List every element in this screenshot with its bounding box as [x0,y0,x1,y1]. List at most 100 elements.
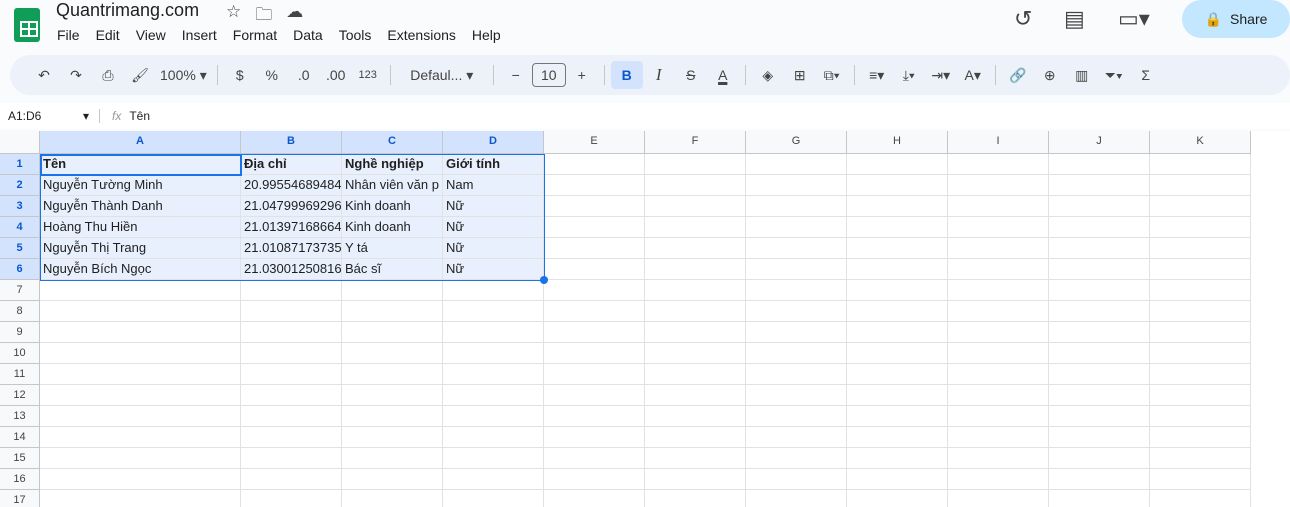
cell-J8[interactable] [1049,301,1150,322]
menu-format[interactable]: Format [233,27,277,43]
cell-A13[interactable] [40,406,241,427]
cell-A7[interactable] [40,280,241,301]
undo-icon[interactable]: ↶ [28,61,60,89]
cell-D4[interactable]: Nữ [443,217,544,238]
cell-H15[interactable] [847,448,948,469]
column-header-J[interactable]: J [1049,131,1150,154]
cell-K8[interactable] [1150,301,1251,322]
cell-J3[interactable] [1049,196,1150,217]
formula-input[interactable]: Tên [129,109,150,123]
functions-icon[interactable]: Σ [1130,61,1162,89]
number-format-button[interactable]: 123 [352,61,384,89]
cell-B13[interactable] [241,406,342,427]
cell-D9[interactable] [443,322,544,343]
text-color-icon[interactable]: A [707,61,739,89]
cell-K3[interactable] [1150,196,1251,217]
column-header-E[interactable]: E [544,131,645,154]
cell-K17[interactable] [1150,490,1251,507]
cell-K13[interactable] [1150,406,1251,427]
cell-C12[interactable] [342,385,443,406]
fill-color-icon[interactable]: ◈ [752,61,784,89]
column-header-I[interactable]: I [948,131,1049,154]
cell-I17[interactable] [948,490,1049,507]
meet-icon[interactable]: ▭▾ [1118,6,1150,32]
cell-H17[interactable] [847,490,948,507]
column-header-D[interactable]: D [443,131,544,154]
cell-C13[interactable] [342,406,443,427]
cell-F12[interactable] [645,385,746,406]
cell-F11[interactable] [645,364,746,385]
cell-A17[interactable] [40,490,241,507]
row-header[interactable]: 13 [0,406,40,427]
cell-E15[interactable] [544,448,645,469]
cell-K11[interactable] [1150,364,1251,385]
cell-J15[interactable] [1049,448,1150,469]
currency-button[interactable]: $ [224,61,256,89]
cell-K7[interactable] [1150,280,1251,301]
cell-B4[interactable]: 21.01397168664 [241,217,342,238]
increase-decimal-button[interactable]: .00 [320,61,352,89]
cell-J6[interactable] [1049,259,1150,280]
font-size-input[interactable]: 10 [531,63,566,87]
cell-A4[interactable]: Hoàng Thu Hiền [40,217,241,238]
cell-A12[interactable] [40,385,241,406]
cell-B14[interactable] [241,427,342,448]
cell-A1[interactable]: Tên [40,154,241,175]
cell-B12[interactable] [241,385,342,406]
cell-K14[interactable] [1150,427,1251,448]
row-header[interactable]: 2 [0,175,40,196]
cell-F2[interactable] [645,175,746,196]
cell-J2[interactable] [1049,175,1150,196]
cell-K2[interactable] [1150,175,1251,196]
cell-F8[interactable] [645,301,746,322]
cell-I4[interactable] [948,217,1049,238]
cell-H3[interactable] [847,196,948,217]
cell-I1[interactable] [948,154,1049,175]
cell-K1[interactable] [1150,154,1251,175]
cell-A10[interactable] [40,343,241,364]
merge-cells-icon[interactable]: ⧉▾ [816,61,848,89]
cell-K9[interactable] [1150,322,1251,343]
cell-F7[interactable] [645,280,746,301]
cell-B7[interactable] [241,280,342,301]
cell-C6[interactable]: Bác sĩ [342,259,443,280]
cell-D5[interactable]: Nữ [443,238,544,259]
cell-J4[interactable] [1049,217,1150,238]
cell-G5[interactable] [746,238,847,259]
cell-B5[interactable]: 21.01087173735 [241,238,342,259]
cell-E4[interactable] [544,217,645,238]
cell-D16[interactable] [443,469,544,490]
cell-G1[interactable] [746,154,847,175]
cell-H6[interactable] [847,259,948,280]
cell-F15[interactable] [645,448,746,469]
row-header[interactable]: 4 [0,217,40,238]
cell-I6[interactable] [948,259,1049,280]
cell-K10[interactable] [1150,343,1251,364]
zoom-select[interactable]: 100% ▾ [156,61,211,89]
row-header[interactable]: 14 [0,427,40,448]
cell-H10[interactable] [847,343,948,364]
menu-data[interactable]: Data [293,27,323,43]
cell-B8[interactable] [241,301,342,322]
cell-C10[interactable] [342,343,443,364]
cell-E8[interactable] [544,301,645,322]
cell-B11[interactable] [241,364,342,385]
paint-format-icon[interactable]: 🖌 [124,61,156,89]
cell-F10[interactable] [645,343,746,364]
strikethrough-icon[interactable]: S [675,61,707,89]
cell-K6[interactable] [1150,259,1251,280]
cell-C14[interactable] [342,427,443,448]
cell-B9[interactable] [241,322,342,343]
row-header[interactable]: 5 [0,238,40,259]
cell-A3[interactable]: Nguyễn Thành Danh [40,196,241,217]
menu-tools[interactable]: Tools [339,27,372,43]
cell-E5[interactable] [544,238,645,259]
cell-D6[interactable]: Nữ [443,259,544,280]
row-header[interactable]: 12 [0,385,40,406]
menu-help[interactable]: Help [472,27,501,43]
comment-icon[interactable]: ⊕ [1034,61,1066,89]
menu-view[interactable]: View [136,27,166,43]
increase-font-size-icon[interactable]: + [566,61,598,89]
row-header[interactable]: 11 [0,364,40,385]
cell-C1[interactable]: Nghề nghiệp [342,154,443,175]
